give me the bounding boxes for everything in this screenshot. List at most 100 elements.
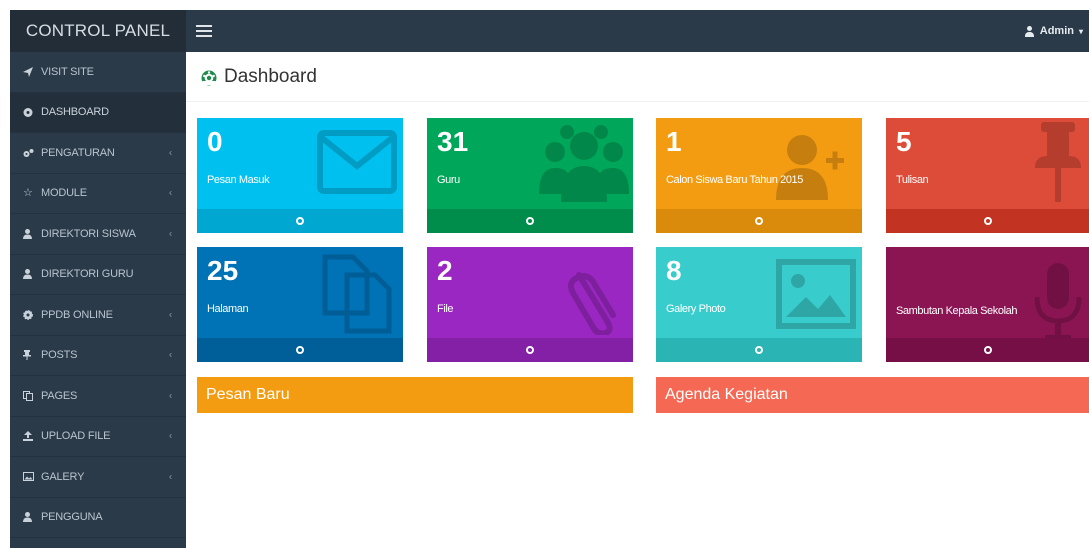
send-icon (23, 66, 39, 77)
tile-label: Tulisan (896, 174, 929, 186)
user-label: Admin (1039, 25, 1074, 37)
chevron-left-icon: ‹ (168, 430, 172, 442)
caret-down-icon: ▾ (1078, 26, 1083, 36)
pushpin-icon (1033, 122, 1083, 207)
chevron-left-icon: ‹ (168, 147, 172, 159)
sidebar-item-label: DIREKTORI SISWA (41, 227, 136, 240)
chevron-left-icon: ‹ (168, 390, 172, 402)
sidebar-item-label: DIREKTORI GURU (41, 268, 134, 281)
copy-icon (23, 390, 39, 401)
user-icon (23, 512, 39, 523)
tile-label: Calon Siswa Baru Tahun 2015 (666, 174, 803, 186)
stat-tile-halaman[interactable]: 25 Halaman (197, 247, 403, 362)
sidebar-item-dashboard[interactable]: DASHBOARD (10, 92, 186, 133)
tile-count: 2 (437, 255, 453, 286)
microphone-icon (1033, 263, 1083, 348)
users-icon (539, 124, 629, 209)
sidebar-item-visit-site[interactable]: VISIT SITE (10, 52, 186, 93)
tile-count: 31 (437, 126, 469, 157)
tile-more-info-link[interactable] (886, 338, 1089, 362)
tile-more-info-link[interactable] (427, 338, 633, 362)
tile-count: 0 (207, 126, 223, 157)
tile-label: Halaman (207, 303, 249, 315)
sidebar-item-label: PAGES (41, 389, 78, 402)
sidebar-item-module[interactable]: ☆ MODULE ‹ (10, 174, 186, 214)
stat-tile-calon-siswa-baru-tahun-2015[interactable]: 1 Calon Siswa Baru Tahun 2015 (656, 118, 862, 233)
panel-title: Agenda Kegiatan (665, 386, 788, 403)
sidebar-item-label: PENGGUNA (41, 511, 103, 524)
circle-arrow-icon (526, 217, 534, 225)
tile-label: File (437, 303, 454, 315)
user-menu[interactable]: Admin ▾ (1024, 25, 1083, 37)
circle-arrow-icon (755, 346, 763, 354)
user-plus-icon (776, 130, 846, 205)
envelope-icon (317, 130, 397, 199)
upload-icon (23, 431, 39, 442)
tile-count: 5 (896, 126, 912, 157)
tile-count: 1 (666, 126, 682, 157)
cogs-icon (23, 148, 39, 158)
sidebar-item-label: PENGATURAN (41, 146, 115, 159)
sidebar-item-label: MODULE (41, 187, 87, 200)
tile-more-info-link[interactable] (197, 209, 403, 233)
star-icon: ☆ (23, 186, 33, 199)
tile-more-info-link[interactable] (656, 338, 862, 362)
circle-arrow-icon (296, 346, 304, 354)
agenda-kegiatan-panel[interactable]: Agenda Kegiatan (656, 377, 1089, 413)
sidebar: CONTROL PANEL VISIT SITE DASHBOARD PENGATU… (10, 10, 186, 548)
stat-tile-guru[interactable]: 31 Guru (427, 118, 633, 233)
sidebar-nav: VISIT SITE DASHBOARD PENGATURAN ‹ ☆ MODULE ‹ DI… (10, 52, 186, 538)
chevron-left-icon: ‹ (168, 228, 172, 240)
sidebar-item-pages[interactable]: PAGES ‹ (10, 376, 186, 417)
circle-arrow-icon (755, 217, 763, 225)
sidebar-item-label: GALERY (41, 470, 85, 483)
stat-tile-pesan-masuk[interactable]: 0 Pesan Masuk (197, 118, 403, 233)
tile-label: Pesan Masuk (207, 174, 270, 186)
pushpin-icon (23, 350, 39, 361)
tile-more-info-link[interactable] (656, 209, 862, 233)
chevron-left-icon: ‹ (168, 471, 172, 483)
sidebar-item-galery[interactable]: GALERY ‹ (10, 457, 186, 498)
tile-more-info-link[interactable] (427, 209, 633, 233)
circle-arrow-icon (526, 346, 534, 354)
circle-arrow-icon (296, 217, 304, 225)
chevron-left-icon: ‹ (168, 187, 172, 199)
sidebar-item-direktori-siswa[interactable]: DIREKTORI SISWA ‹ (10, 214, 186, 255)
menu-toggle-icon[interactable] (196, 25, 212, 37)
tile-label: Sambutan Kepala Sekolah (896, 305, 1018, 317)
tile-more-info-link[interactable] (886, 209, 1089, 233)
stat-tile-sambutan-kepala-sekolah[interactable]: Sambutan Kepala Sekolah (886, 247, 1089, 362)
tile-more-info-link[interactable] (197, 338, 403, 362)
page-title: Dashboard (224, 65, 317, 87)
paperclip-icon (567, 255, 627, 340)
picture-icon (776, 259, 856, 334)
stat-tile-file[interactable]: 2 File (427, 247, 633, 362)
stat-tile-galery-photo[interactable]: 8 Galery Photo (656, 247, 862, 362)
sidebar-item-upload-file[interactable]: UPLOAD FILE ‹ (10, 417, 186, 457)
tile-count: 8 (666, 255, 682, 286)
circle-arrow-icon (983, 217, 992, 225)
chevron-left-icon: ‹ (168, 349, 172, 361)
sidebar-item-pengaturan[interactable]: PENGATURAN ‹ (10, 133, 186, 174)
tile-label: Guru (437, 174, 460, 186)
sidebar-item-label: VISIT SITE (41, 65, 94, 78)
chevron-left-icon: ‹ (168, 309, 172, 321)
stat-tile-tulisan[interactable]: 5 Tulisan (886, 118, 1089, 233)
user-icon (1024, 25, 1035, 37)
pesan-baru-panel[interactable]: Pesan Baru (197, 377, 633, 413)
user-icon (23, 269, 39, 280)
dashboard-icon (23, 107, 39, 118)
circle-arrow-icon (983, 346, 992, 354)
sidebar-item-posts[interactable]: POSTS ‹ (10, 336, 186, 376)
brand-title[interactable]: CONTROL PANEL (10, 10, 186, 52)
sidebar-item-ppdb-online[interactable]: PPDB ONLINE ‹ (10, 295, 186, 336)
picture-icon (23, 472, 39, 482)
panel-title: Pesan Baru (206, 386, 290, 403)
files-icon (321, 253, 393, 340)
sidebar-item-label: UPLOAD FILE (41, 430, 111, 443)
sidebar-item-label: DASHBOARD (41, 106, 109, 119)
topbar: Admin ▾ (186, 10, 1089, 52)
sidebar-item-pengguna[interactable]: PENGGUNA (10, 498, 186, 538)
gear-icon (23, 309, 39, 320)
sidebar-item-direktori-guru[interactable]: DIREKTORI GURU (10, 255, 186, 295)
